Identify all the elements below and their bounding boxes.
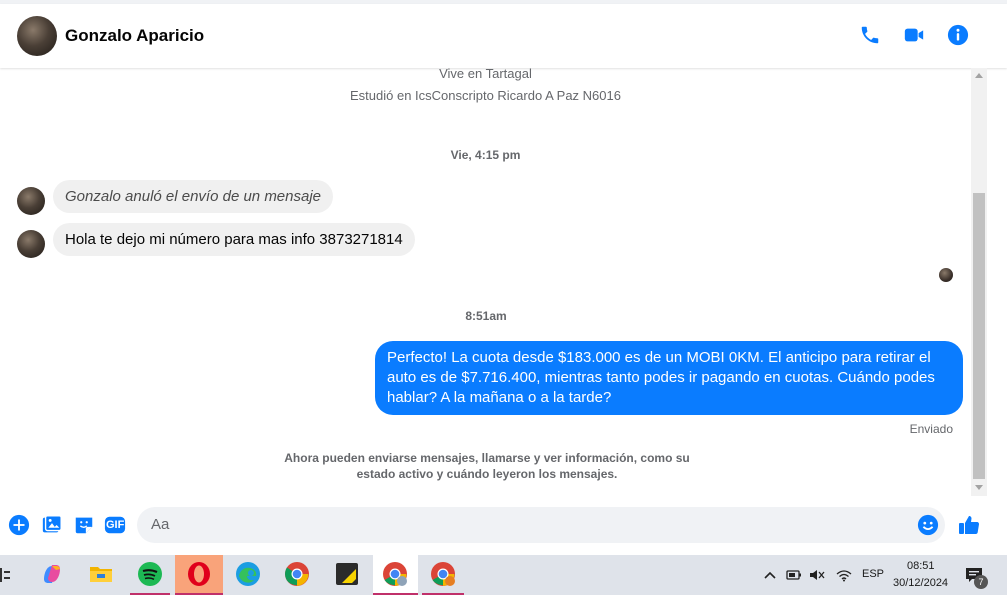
opera-icon[interactable] bbox=[186, 561, 212, 587]
like-icon[interactable] bbox=[957, 513, 981, 537]
emoji-icon[interactable] bbox=[917, 514, 939, 536]
plus-icon[interactable] bbox=[8, 514, 30, 536]
header-actions bbox=[859, 24, 969, 46]
language-indicator[interactable]: ESP bbox=[862, 568, 884, 580]
video-icon[interactable] bbox=[903, 24, 925, 46]
profile-lives-in: Vive en Tartagal bbox=[439, 68, 532, 81]
windows-taskbar: ESP 08:51 30/12/2024 7 bbox=[0, 555, 1007, 595]
profile-studied-at: Estudió en IcsConscripto Ricardo A Paz N… bbox=[350, 88, 621, 103]
message-input[interactable] bbox=[149, 515, 913, 534]
task-view-icon[interactable] bbox=[0, 567, 10, 583]
clock-time[interactable]: 08:51 bbox=[907, 560, 935, 572]
sender-avatar[interactable] bbox=[17, 187, 45, 215]
chrome-icon[interactable] bbox=[284, 561, 310, 587]
message-outgoing[interactable]: Perfecto! La cuota desde $183.000 es de … bbox=[375, 341, 963, 415]
scroll-up-arrow[interactable] bbox=[975, 73, 983, 78]
contact-avatar[interactable] bbox=[17, 16, 57, 56]
contact-name[interactable]: Gonzalo Aparicio bbox=[65, 26, 204, 46]
mute-icon[interactable] bbox=[809, 568, 825, 582]
sender-avatar[interactable] bbox=[17, 230, 45, 258]
sticker-icon[interactable] bbox=[73, 514, 95, 536]
spotify-icon[interactable] bbox=[137, 561, 163, 587]
gif-label: GIF bbox=[106, 519, 125, 531]
scroll-thumb[interactable] bbox=[973, 193, 985, 479]
opera-app[interactable] bbox=[175, 555, 223, 595]
spotify-app[interactable] bbox=[130, 555, 170, 595]
chat-scrollbar[interactable] bbox=[971, 68, 987, 496]
sticky-notes-icon[interactable] bbox=[334, 561, 360, 587]
notification-badge: 7 bbox=[974, 575, 988, 589]
wifi-icon[interactable] bbox=[836, 568, 852, 582]
edge-icon[interactable] bbox=[235, 561, 261, 587]
read-receipt-avatar bbox=[939, 268, 953, 282]
message-list[interactable]: Vive en Tartagal Estudió en IcsConscript… bbox=[0, 68, 971, 496]
message-status: Enviado bbox=[909, 422, 953, 436]
chat-header: Gonzalo Aparicio bbox=[0, 4, 1007, 68]
message-unsent[interactable]: Gonzalo anuló el envío de un mensaje bbox=[53, 180, 334, 213]
info-icon[interactable] bbox=[947, 24, 969, 46]
scroll-down-arrow[interactable] bbox=[975, 485, 983, 490]
battery-icon[interactable] bbox=[786, 568, 802, 582]
phone-icon[interactable] bbox=[859, 24, 881, 46]
image-icon[interactable] bbox=[41, 514, 63, 536]
privacy-notice: Ahora pueden enviarse mensajes, llamarse… bbox=[284, 451, 690, 481]
clock-date[interactable]: 30/12/2024 bbox=[893, 577, 948, 589]
chrome-profile-2-icon[interactable] bbox=[430, 561, 456, 587]
chrome-profile-icon[interactable] bbox=[382, 561, 408, 587]
timestamp-divider: Vie, 4:15 pm bbox=[450, 148, 521, 162]
gif-icon[interactable]: GIF bbox=[104, 514, 128, 536]
copilot-icon[interactable] bbox=[39, 561, 65, 587]
chrome-profile-app[interactable] bbox=[373, 555, 418, 595]
chrome-profile-2-app[interactable] bbox=[422, 555, 464, 595]
message-input-box[interactable] bbox=[137, 507, 945, 543]
message-incoming[interactable]: Hola te dejo mi número para mas info 387… bbox=[53, 223, 415, 256]
file-explorer-icon[interactable] bbox=[88, 561, 114, 587]
message-composer: GIF bbox=[0, 500, 1007, 552]
chevron-up-icon[interactable] bbox=[763, 568, 777, 582]
timestamp-divider: 8:51am bbox=[465, 309, 507, 323]
